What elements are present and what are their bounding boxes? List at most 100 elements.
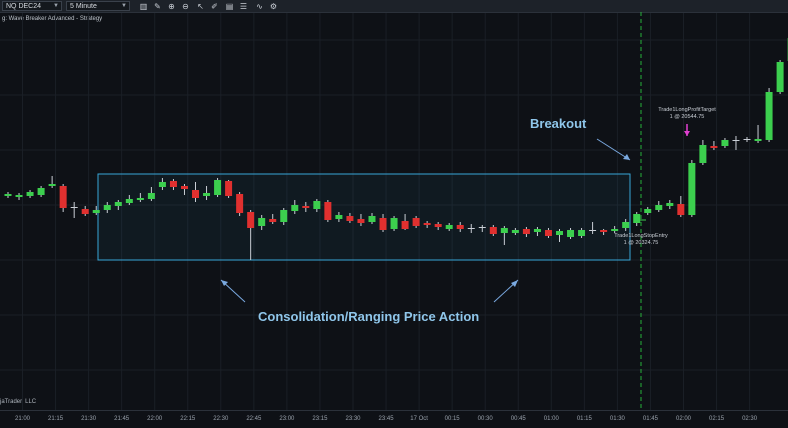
- candle-body: [677, 204, 685, 215]
- target-order-name: Trade1LongProfitTarget: [658, 107, 716, 113]
- time-tick: 17 Oct: [410, 416, 428, 422]
- candle-body: [280, 210, 288, 222]
- candle-body: [225, 181, 233, 196]
- candle-body: [522, 229, 530, 234]
- candle-body: [732, 140, 740, 141]
- target-marker: [684, 124, 690, 136]
- candle: [26, 190, 34, 198]
- candle: [655, 201, 663, 212]
- time-tick: 01:45: [642, 416, 658, 422]
- consolidation-box: [97, 173, 631, 261]
- candle-body: [324, 202, 332, 220]
- candle-body: [125, 199, 133, 203]
- entry-order-name: Trade1LongStopEntry: [614, 233, 668, 239]
- candle-body: [556, 231, 563, 235]
- candle: [37, 186, 45, 197]
- candle: [81, 206, 89, 216]
- candle: [15, 193, 23, 200]
- candle-body: [92, 210, 100, 213]
- time-tick: 23:15: [312, 416, 328, 422]
- candle-body: [743, 139, 751, 140]
- candle-body: [478, 227, 486, 228]
- candle-body: [4, 194, 12, 196]
- candle-body: [710, 146, 718, 148]
- time-tick: 02:00: [675, 416, 692, 422]
- candle: [236, 192, 244, 216]
- time-tick: 22:00: [147, 416, 163, 422]
- candle: [754, 125, 762, 143]
- candle-body: [26, 192, 34, 196]
- time-tick: 23:45: [378, 416, 394, 422]
- candle-body: [81, 209, 89, 214]
- time-tick: 21:45: [114, 416, 130, 422]
- time-tick: 21:00: [14, 416, 31, 422]
- candle-body: [699, 145, 707, 163]
- candle-body: [578, 230, 586, 236]
- candle-body: [434, 224, 442, 227]
- candle-body: [302, 206, 310, 208]
- candle-body: [644, 209, 652, 213]
- candle-body: [500, 228, 508, 233]
- time-tick: 22:15: [180, 416, 196, 422]
- entry-order-detail: 1 @ 20324.75: [623, 240, 659, 246]
- candle-body: [390, 218, 398, 229]
- candle: [4, 192, 12, 198]
- candle-body: [611, 229, 619, 231]
- candle-body: [589, 230, 597, 231]
- candle-body: [600, 230, 608, 232]
- candle-body: [688, 163, 696, 215]
- time-tick: 23:00: [279, 416, 295, 422]
- candle-body: [214, 180, 222, 195]
- candle-body: [567, 230, 575, 237]
- candle-body: [533, 229, 541, 232]
- candle-body: [346, 216, 354, 221]
- price-chart[interactable]: [0, 0, 788, 410]
- candle-body: [37, 188, 45, 195]
- candle: [666, 200, 674, 209]
- candle: [59, 184, 67, 212]
- candle-body: [423, 223, 431, 225]
- time-tick: 01:15: [576, 416, 592, 422]
- consolidation-arrow-right: [493, 279, 519, 303]
- entry-order-label: Trade1LongStopEntry 1 @ 20324.75: [614, 233, 668, 247]
- candle-body: [114, 202, 122, 206]
- candle-body: [776, 62, 784, 92]
- candle-body: [70, 207, 78, 208]
- candle-body: [379, 218, 387, 230]
- candle-body: [467, 228, 475, 229]
- candle-body: [147, 193, 155, 199]
- time-tick: 01:00: [543, 416, 559, 422]
- candle: [48, 176, 56, 188]
- candle-body: [357, 219, 365, 223]
- time-tick: 21:15: [48, 416, 64, 422]
- target-order-label: Trade1LongProfitTarget 1 @ 20544.75: [658, 107, 716, 121]
- candle-body: [368, 216, 376, 222]
- candle-body: [180, 186, 188, 189]
- candle: [699, 140, 707, 165]
- candle: [732, 136, 740, 150]
- candle-body: [203, 193, 211, 196]
- time-tick: 22:45: [246, 416, 262, 422]
- breakout-label: Breakout: [530, 116, 587, 131]
- time-tick: 00:45: [510, 416, 526, 422]
- candle-body: [15, 195, 23, 197]
- consolidation-label: Consolidation/Ranging Price Action: [258, 309, 480, 324]
- candle: [324, 200, 332, 222]
- candle-body: [622, 222, 630, 228]
- candle-body: [445, 225, 453, 229]
- candle-body: [169, 181, 177, 187]
- candle-body: [258, 218, 266, 226]
- time-tick: 01:30: [609, 416, 625, 422]
- candle-body: [103, 205, 111, 210]
- time-tick: 21:30: [81, 416, 97, 422]
- candle-body: [754, 139, 762, 141]
- candle-body: [48, 184, 56, 186]
- candle-body: [765, 92, 773, 140]
- candle-body: [335, 215, 343, 219]
- time-tick: 00:15: [444, 416, 460, 422]
- time-tick: 02:15: [709, 416, 725, 422]
- candle-body: [511, 230, 519, 233]
- candle-body: [489, 227, 497, 234]
- candle-body: [655, 205, 663, 210]
- target-order-detail: 1 @ 20544.75: [669, 114, 705, 120]
